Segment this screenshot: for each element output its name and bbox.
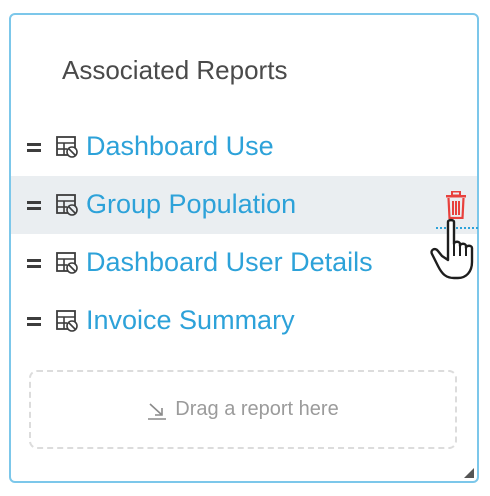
report-grid-icon [56,310,78,332]
report-drop-zone[interactable]: Drag a report here [29,370,457,449]
report-link[interactable]: Invoice Summary [86,305,295,336]
trash-icon[interactable] [445,191,467,219]
report-row-hovered[interactable]: Group Population [11,176,478,234]
drag-handle-icon[interactable] [27,315,41,327]
report-row[interactable]: Invoice Summary [11,292,477,350]
drag-handle-icon[interactable] [27,141,41,153]
drop-arrow-icon [148,402,167,420]
hand-pointer-icon [430,218,474,280]
drag-handle-icon[interactable] [27,199,41,211]
drag-handle-icon[interactable] [27,257,41,269]
panel-title: Associated Reports [62,55,288,85]
report-link[interactable]: Dashboard User Details [86,247,373,278]
report-row[interactable]: Dashboard Use [11,118,477,176]
drop-zone-label: Drag a report here [175,398,339,420]
report-row[interactable]: Dashboard User Details [11,234,477,292]
report-grid-icon [56,252,78,274]
report-link[interactable]: Dashboard Use [86,131,274,162]
associated-reports-panel: Associated Reports Dashboard Use Group P… [9,13,479,483]
report-link[interactable]: Group Population [86,189,296,220]
report-grid-icon [56,136,78,158]
resize-grip-icon[interactable] [464,468,474,478]
report-grid-icon [56,194,78,216]
